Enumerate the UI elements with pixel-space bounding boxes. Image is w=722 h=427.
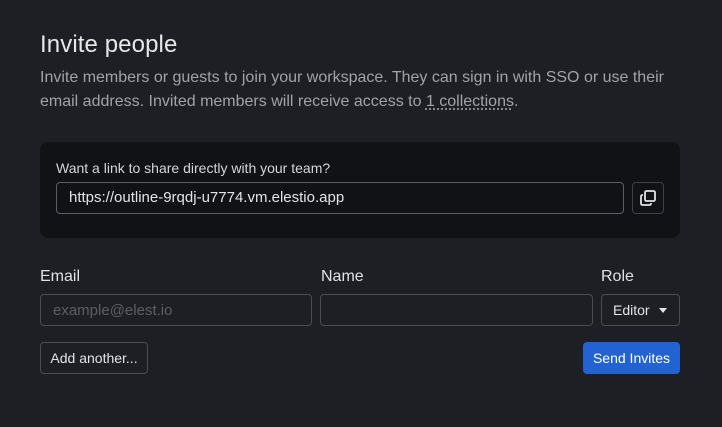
share-link-panel: Want a link to share directly with your … [40, 142, 680, 238]
share-link-field[interactable]: https://outline-9rqdj-u7774.vm.elestio.a… [56, 182, 624, 214]
description-end: . [513, 93, 519, 110]
name-field[interactable] [320, 294, 593, 326]
share-link-label: Want a link to share directly with your … [56, 160, 331, 176]
add-another-button[interactable]: Add another... [40, 342, 148, 374]
collections-link[interactable]: 1 collections [426, 93, 514, 110]
dialog-title: Invite people [40, 31, 178, 58]
email-field[interactable] [40, 294, 312, 326]
role-select[interactable]: Editor [601, 294, 680, 326]
role-select-value: Editor [613, 302, 650, 318]
description-text: Invite members or guests to join your wo… [40, 69, 664, 110]
name-label: Name [321, 268, 364, 285]
dialog-description: Invite members or guests to join your wo… [40, 66, 690, 114]
copy-icon [640, 190, 656, 206]
role-label: Role [601, 268, 634, 285]
email-label: Email [40, 268, 81, 285]
send-invites-button[interactable]: Send Invites [583, 342, 680, 374]
chevron-down-icon [658, 307, 667, 313]
invite-dialog: Invite people Invite members or guests t… [0, 0, 722, 427]
copy-link-button[interactable] [632, 182, 664, 214]
